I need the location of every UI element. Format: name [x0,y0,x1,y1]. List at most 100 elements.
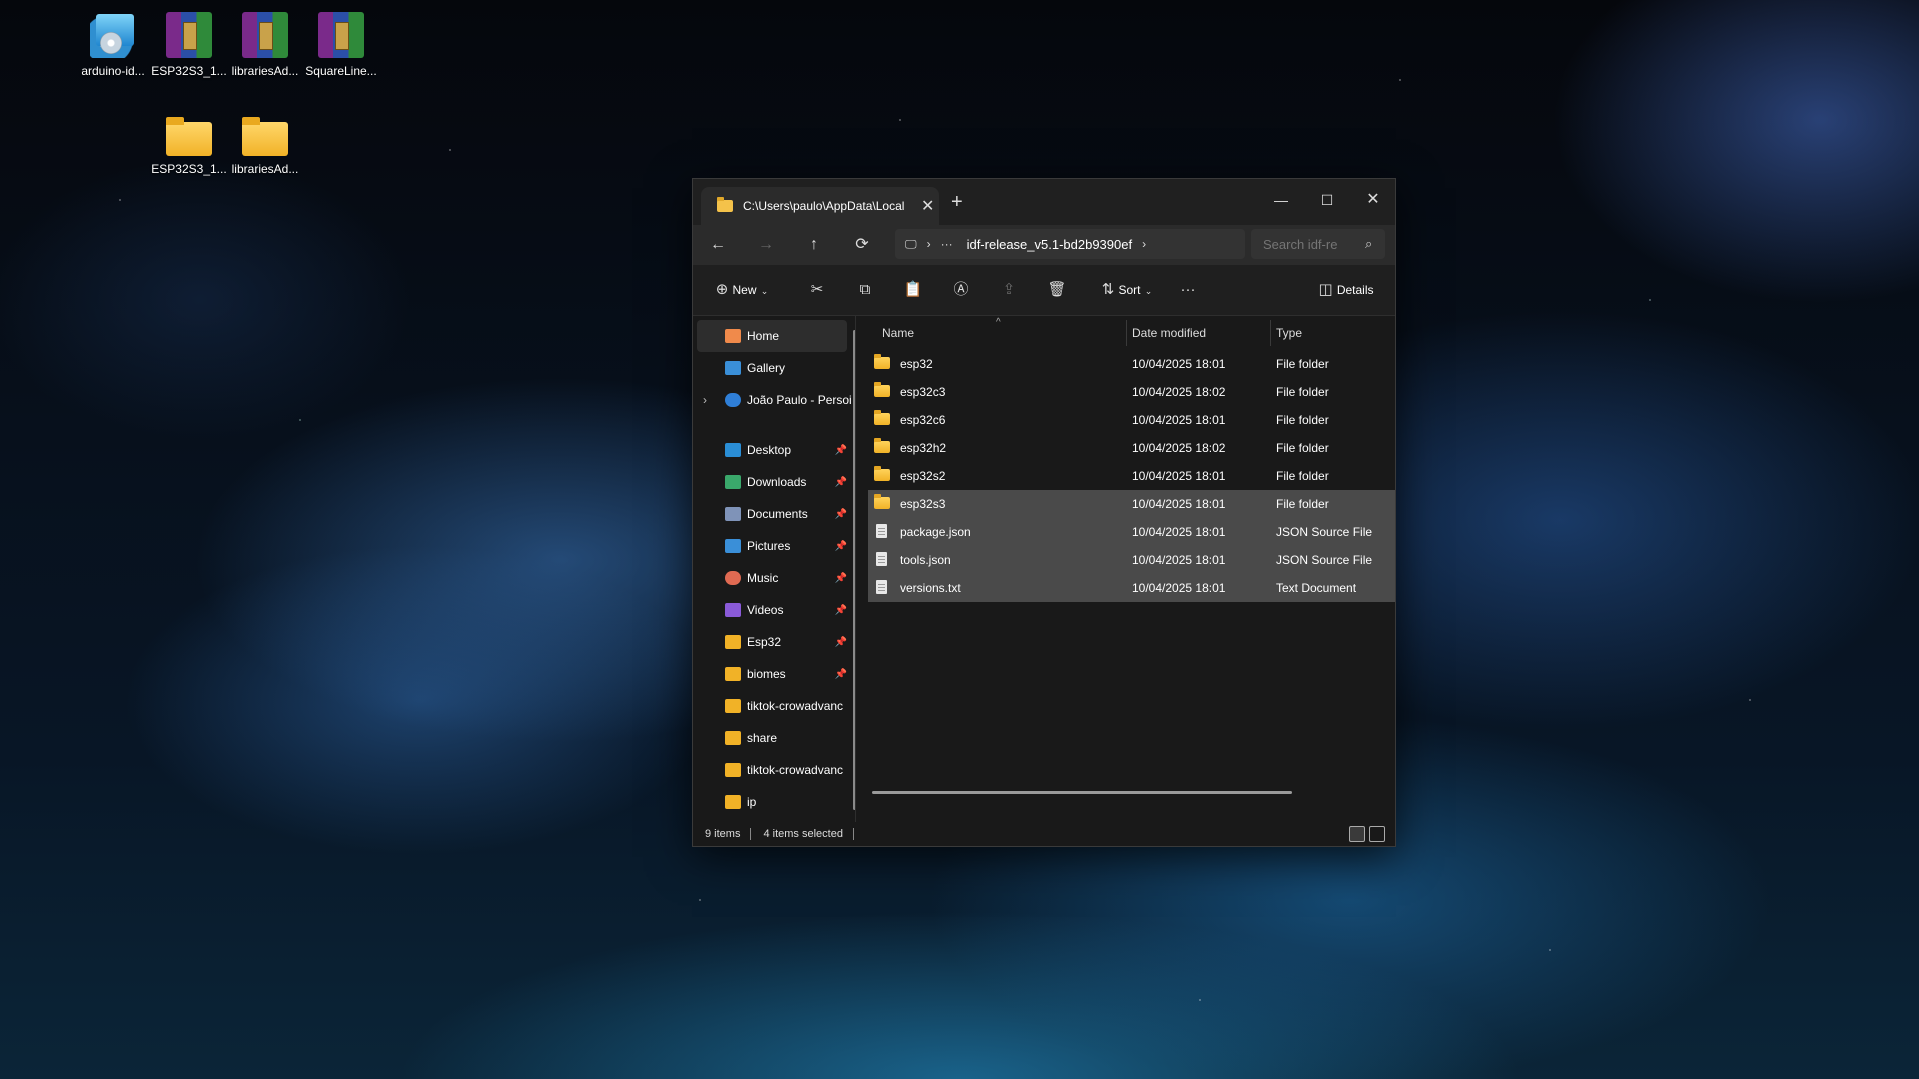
sidebar-item-label: tiktok-crowadvanc [747,763,844,777]
delete-button[interactable]: 🗑 [1045,277,1069,303]
sidebar-item-label: Documents [747,507,808,521]
sidebar-item-desktop[interactable]: Desktop 📌 [693,434,855,466]
column-type[interactable]: Type [1276,316,1302,350]
file-type: File folder [1276,413,1329,427]
table-row[interactable]: esp32c6 10/04/2025 18:01 File folder [868,406,1395,434]
tab-appdata-local[interactable]: C:\Users\paulo\AppData\Local ✕ [701,187,939,225]
sidebar-item-music[interactable]: Music 📌 [693,562,855,594]
sidebar-item-home[interactable]: Home [697,320,847,352]
more-options-button[interactable]: ··· [1173,277,1203,303]
table-row[interactable]: esp32h2 10/04/2025 18:02 File folder [868,434,1395,462]
copy-button[interactable]: ⧉ [853,277,877,303]
details-pane-button[interactable]: ◫ Details [1311,277,1381,303]
sidebar-item-onedrive[interactable]: › João Paulo - Persoi [693,384,855,416]
sidebar-item-share[interactable]: share [693,722,855,754]
table-row[interactable]: esp32c3 10/04/2025 18:02 File folder [868,378,1395,406]
folder-icon [166,117,212,156]
sidebar-item-tiktok-crowadvance-2[interactable]: tiktok-crowadvanc [693,754,855,786]
status-divider [852,828,854,840]
share-button[interactable]: ⇪ [997,277,1021,303]
desktop-icon-esp32s3-folder[interactable]: ESP32S3_1... [150,112,228,176]
table-row[interactable]: esp32 10/04/2025 18:01 File folder [868,350,1395,378]
sidebar-item-label: Pictures [747,539,791,553]
chevron-right-icon[interactable]: › [703,393,707,407]
cloud-icon [725,393,741,407]
address-bar[interactable]: 🖵 › ··· idf-release_v5.1-bd2b9390ef › [895,229,1245,259]
breadcrumb-overflow-button[interactable]: ··· [941,237,953,251]
sidebar-item-ip[interactable]: ip [693,786,855,818]
pin-icon: 📌 [834,508,847,520]
file-name: esp32c6 [900,413,946,427]
desktop-icon-esp32s3-archive[interactable]: ESP32S3_1... [150,12,228,78]
up-button[interactable]: ↑ [801,233,827,257]
close-button[interactable]: ✕ [1353,185,1393,215]
search-input[interactable] [1261,235,1365,253]
file-date-modified: 10/04/2025 18:01 [1132,413,1226,427]
sidebar-item-biomes[interactable]: biomes 📌 [693,658,855,690]
sidebar-item-downloads[interactable]: Downloads 📌 [693,466,855,498]
desktop-icon-libraries-folder[interactable]: librariesAd... [226,112,304,176]
file-date-modified: 10/04/2025 18:02 [1132,385,1226,399]
sidebar-item-documents[interactable]: Documents 📌 [693,498,855,530]
sidebar-item-gallery[interactable]: Gallery [693,352,855,384]
desktop-icon-label: ESP32S3_1... [151,162,227,176]
desktop-icon-label: SquareLine... [305,64,377,78]
copy-icon: ⧉ [859,281,871,298]
desktop-icon-arduino-ide[interactable]: arduino-id... [74,12,152,78]
sidebar-item-pictures[interactable]: Pictures 📌 [693,530,855,562]
videos-icon [725,603,741,617]
file-name: esp32c3 [900,385,946,399]
table-row[interactable]: esp32s3 10/04/2025 18:01 File folder [868,490,1395,518]
pin-icon: 📌 [834,476,847,488]
paste-button[interactable]: 📋 [901,277,925,303]
pane-divider[interactable] [855,316,856,822]
sidebar-item-videos[interactable]: Videos 📌 [693,594,855,626]
table-row[interactable]: esp32s2 10/04/2025 18:01 File folder [868,462,1395,490]
sidebar-item-tiktok-crowadvance-1[interactable]: tiktok-crowadvanc [693,690,855,722]
column-divider[interactable] [1270,320,1271,346]
minimize-button[interactable]: — [1261,185,1301,215]
details-view-button[interactable] [1349,826,1365,842]
tab-close-icon[interactable]: ✕ [921,196,934,216]
column-name[interactable]: Name [882,316,914,350]
pictures-icon [725,539,741,553]
column-divider[interactable] [1126,320,1127,346]
column-date-modified[interactable]: Date modified [1132,316,1206,350]
breadcrumb-current-folder[interactable]: idf-release_v5.1-bd2b9390ef [967,237,1133,252]
new-button[interactable]: ⊕ New ⌄ [707,277,777,303]
plus-circle-icon: ⊕ [715,281,729,298]
folder-icon [874,494,890,509]
large-icons-view-button[interactable] [1369,826,1385,842]
desktop-icon [725,443,741,457]
chevron-right-icon[interactable]: › [927,237,931,251]
trash-icon: 🗑 [1047,281,1067,298]
desktop-icon-libraries-archive[interactable]: librariesAd... [226,12,304,78]
document-icon [876,524,887,538]
status-divider [750,828,752,840]
table-row[interactable]: tools.json 10/04/2025 18:01 JSON Source Fi… [868,546,1395,574]
maximize-button[interactable]: ☐ [1307,185,1347,215]
item-count: 9 items [705,828,741,840]
horizontal-scrollbar[interactable] [872,791,1292,794]
folder-icon [725,763,741,777]
search-box[interactable]: ⌕ [1251,229,1385,259]
refresh-button[interactable]: ⟳ [849,233,875,257]
sidebar-scrollbar[interactable] [853,330,855,810]
cut-button[interactable]: ✂ [805,277,829,303]
status-bar: 9 items 4 items selected [693,822,1395,846]
desktop-icon-squareline-archive[interactable]: SquareLine... [302,12,380,78]
sidebar-item-esp32[interactable]: Esp32 📌 [693,626,855,658]
table-row[interactable]: package.json 10/04/2025 18:01 JSON Source … [868,518,1395,546]
back-button[interactable]: ← [705,233,731,257]
table-row[interactable]: versions.txt 10/04/2025 18:01 Text Documen… [868,574,1395,602]
chevron-right-icon[interactable]: › [1142,237,1146,251]
selection-count: 4 items selected [763,828,843,840]
pin-icon: 📌 [834,668,847,680]
file-type: File folder [1276,385,1329,399]
new-tab-button[interactable]: + [951,191,963,214]
forward-button[interactable]: → [753,233,779,257]
sort-button[interactable]: ⇅ Sort ⌄ [1095,277,1159,303]
file-date-modified: 10/04/2025 18:01 [1132,357,1226,371]
sort-button-label: Sort [1118,283,1141,297]
rename-button[interactable]: Ⓐ [949,277,973,303]
